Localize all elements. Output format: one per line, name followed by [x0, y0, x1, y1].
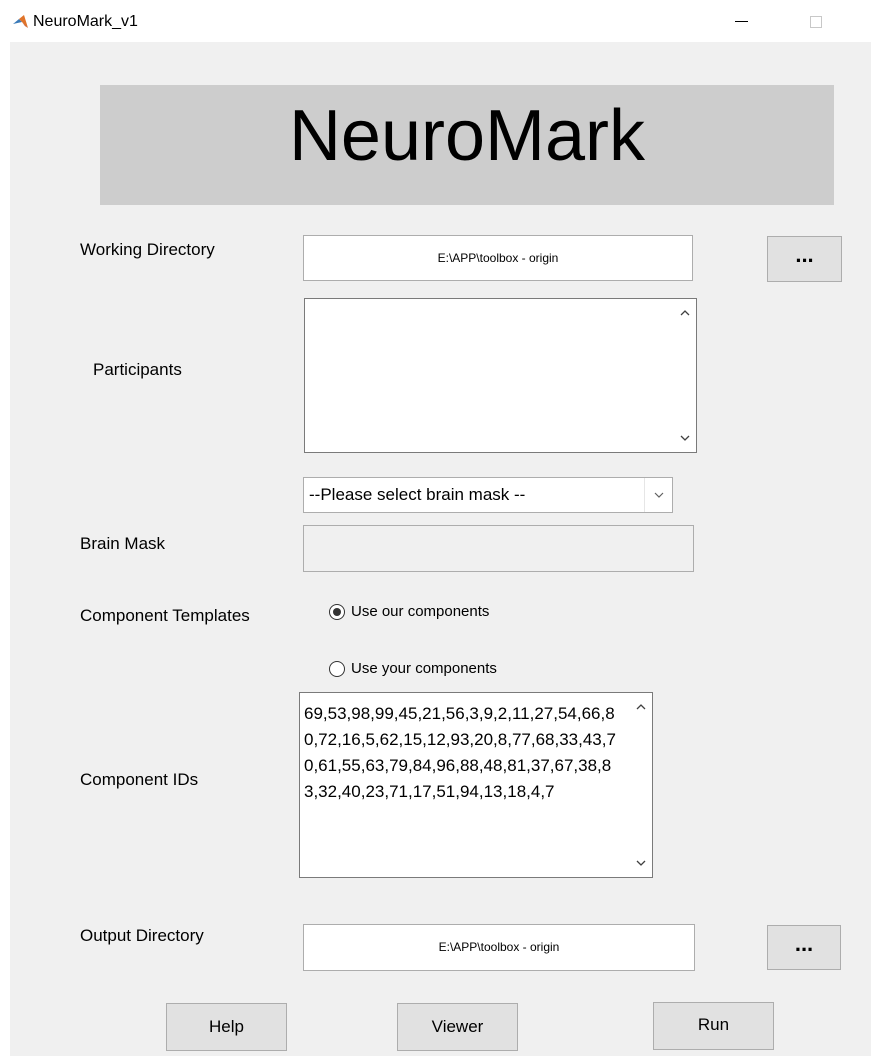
chevron-down-icon [654, 492, 664, 498]
minimize-button[interactable] [722, 7, 762, 37]
radio-checked-icon[interactable] [329, 604, 345, 620]
brain-mask-label: Brain Mask [80, 534, 166, 553]
radio-unchecked-icon[interactable] [329, 661, 345, 677]
dropdown-button[interactable] [644, 478, 672, 512]
brain-mask-dropdown[interactable]: --Please select brain mask -- [303, 477, 673, 513]
scroll-up-icon[interactable] [680, 308, 690, 318]
component-ids-label: Component IDs [80, 770, 199, 789]
output-directory-label: Output Directory [80, 926, 204, 945]
component-ids-textarea[interactable]: 69,53,98,99,45,21,56,3,9,2,11,27,54,66,8… [299, 692, 653, 878]
matlab-logo-icon [13, 15, 28, 28]
component-templates-label: Component Templates [80, 606, 250, 625]
brain-mask-dropdown-value: --Please select brain mask -- [309, 485, 526, 504]
working-directory-value: E:\APP\toolbox - origin [437, 251, 559, 265]
use-our-components-label: Use our components [351, 603, 490, 620]
participants-listbox[interactable] [304, 298, 697, 453]
scroll-up-icon[interactable] [636, 702, 646, 712]
viewer-button[interactable]: Viewer [397, 1003, 518, 1051]
help-button[interactable]: Help [166, 1003, 287, 1051]
banner-title: NeuroMark [288, 96, 646, 176]
participants-label: Participants [93, 360, 182, 379]
scroll-down-icon[interactable] [636, 858, 646, 868]
output-directory-browse-button[interactable]: ... [767, 925, 841, 970]
use-your-components-label: Use your components [351, 660, 497, 677]
working-directory-browse-button[interactable]: ... [767, 236, 842, 282]
component-ids-value: 69,53,98,99,45,21,56,3,9,2,11,27,54,66,8… [304, 704, 616, 801]
working-directory-field[interactable]: E:\APP\toolbox - origin [303, 235, 693, 281]
app-banner: NeuroMark [100, 85, 834, 205]
run-button[interactable]: Run [653, 1002, 774, 1050]
title-bar: NeuroMark_v1 [0, 0, 871, 42]
window-title: NeuroMark_v1 [33, 13, 138, 30]
brain-mask-field [303, 525, 694, 572]
maximize-button[interactable] [796, 7, 836, 37]
scroll-down-icon[interactable] [680, 433, 690, 443]
working-directory-label: Working Directory [80, 240, 215, 259]
output-directory-value: E:\APP\toolbox - origin [438, 940, 560, 954]
output-directory-field[interactable]: E:\APP\toolbox - origin [303, 924, 695, 971]
